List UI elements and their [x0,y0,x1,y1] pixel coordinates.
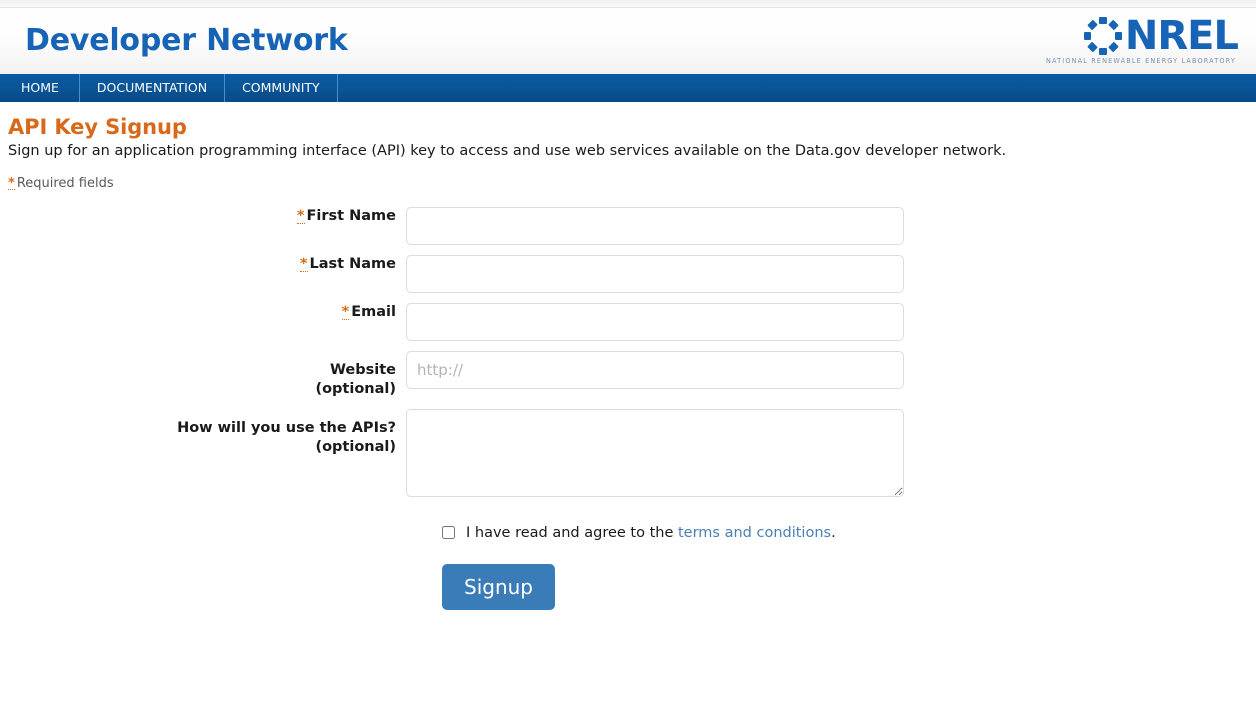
signup-row: Signup [442,563,1256,610]
required-fields-note: * Required fields [8,176,1256,191]
signup-button[interactable]: Signup [442,563,555,610]
top-strip [0,0,1256,8]
brand-title: Developer Network [25,23,348,58]
terms-checkbox[interactable] [442,526,455,540]
terms-and-conditions-link[interactable]: terms and conditions [678,525,831,541]
label-website: Website (optional) [8,351,406,399]
page-description: Sign up for an application programming i… [8,143,1007,159]
nrel-wordmark: NREL [1124,13,1239,59]
label-website-sublabel: (optional) [315,380,396,397]
nrel-logo: NREL NATIONAL RENEWABLE ENERGY LABORATOR… [1046,13,1239,66]
form-row-first-name: * First Name [8,206,1256,245]
label-api-use-text: How will you use the APIs? [177,419,396,436]
masthead: Developer Network NREL NATIONAL RENEWABL… [0,8,1256,74]
required-asterisk-icon: * [8,175,15,191]
required-asterisk-icon: * [341,303,350,320]
label-website-text: Website [329,361,396,378]
last-name-input[interactable] [406,254,904,293]
label-api-use-sublabel: (optional) [315,438,396,455]
first-name-input[interactable] [406,206,904,245]
terms-agreement-row: I have read and agree to the terms and c… [442,525,1256,541]
page-content: API Key Signup Sign up for an applicatio… [0,102,1256,610]
terms-text: I have read and agree to the terms and c… [466,525,836,541]
website-input[interactable] [406,350,904,389]
nrel-circular-mark-icon [1083,16,1123,56]
required-fields-label: Required fields [16,175,114,191]
nav-item-home[interactable]: HOME [0,74,80,102]
page-title: API Key Signup [8,115,187,139]
terms-text-before: I have read and agree to the [466,524,674,541]
form-row-last-name: * Last Name [8,254,1256,293]
terms-text-after: . [831,524,836,541]
email-input[interactable] [406,302,904,341]
label-last-name-text: Last Name [309,255,397,272]
field-first-name [406,206,904,245]
required-asterisk-icon: * [299,255,308,272]
nrel-logo-row: NREL [1083,13,1239,59]
field-last-name [406,254,904,293]
form-row-api-use: How will you use the APIs? (optional) [8,408,1256,497]
nav-item-community[interactable]: COMMUNITY [225,74,338,102]
label-last-name: * Last Name [8,255,406,274]
label-first-name: * First Name [8,207,406,226]
label-email-text: Email [351,303,396,320]
required-asterisk-icon: * [296,207,305,224]
field-email [406,302,904,341]
label-email: * Email [8,303,406,322]
primary-navigation: HOME DOCUMENTATION COMMUNITY [0,74,1256,102]
label-api-use: How will you use the APIs? (optional) [8,409,406,457]
nav-item-documentation[interactable]: DOCUMENTATION [80,74,226,102]
field-api-use [406,408,904,497]
label-first-name-text: First Name [306,207,397,224]
form-row-email: * Email [8,302,1256,341]
form-row-website: Website (optional) [8,350,1256,399]
nrel-tagline: NATIONAL RENEWABLE ENERGY LABORATORY [1046,56,1236,66]
api-use-textarea[interactable] [406,408,904,497]
field-website [406,350,904,389]
